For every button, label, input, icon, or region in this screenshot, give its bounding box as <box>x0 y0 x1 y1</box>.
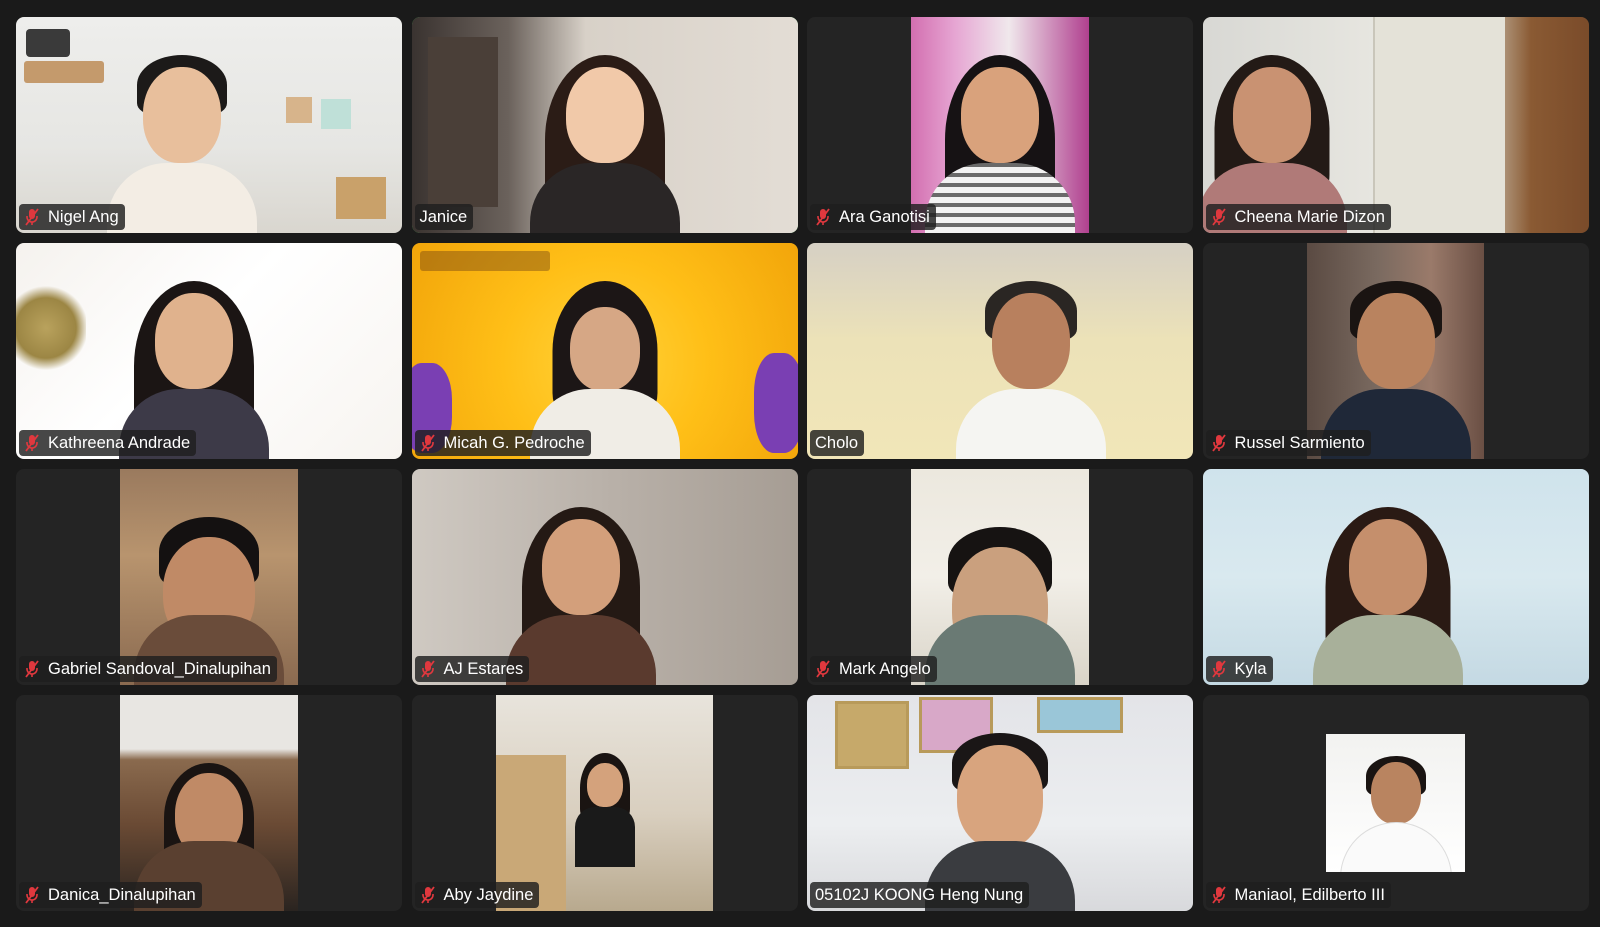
video-gallery: Nigel Ang Janice Ara Ganotisi Cheena Mar… <box>16 17 1589 913</box>
participant-name: Mark Angelo <box>839 659 931 678</box>
participant-name-label: Nigel Ang <box>19 204 125 230</box>
participant-name-label: Aby Jaydine <box>414 882 540 908</box>
participant-tile-micah-g-pedroche[interactable]: Micah G. Pedroche <box>411 243 798 459</box>
participant-video <box>1202 469 1589 685</box>
participant-name: Danica_Dinalupihan <box>48 885 196 904</box>
muted-microphone-icon <box>24 208 40 226</box>
participant-name: Kyla <box>1234 659 1267 678</box>
participant-name-label: Russel Sarmiento <box>1205 430 1371 456</box>
muted-microphone-icon <box>1211 886 1227 904</box>
muted-microphone-icon <box>420 886 436 904</box>
participant-video <box>1306 243 1485 459</box>
participant-name-label: Maniaol, Edilberto III <box>1205 882 1391 908</box>
muted-microphone-icon <box>815 660 831 678</box>
participant-name-label: Kyla <box>1205 656 1273 682</box>
participant-tile-aby-jaydine[interactable]: Aby Jaydine <box>411 695 798 911</box>
participant-video <box>807 695 1193 911</box>
participant-name: Maniaol, Edilberto III <box>1234 885 1385 904</box>
muted-microphone-icon <box>24 434 40 452</box>
participant-video <box>411 17 798 233</box>
participant-tile-nigel-ang[interactable]: Nigel Ang <box>16 17 402 233</box>
participant-name: Nigel Ang <box>48 207 119 226</box>
muted-microphone-icon <box>420 434 436 452</box>
participant-name-label: Cholo <box>810 430 865 456</box>
participant-name: Janice <box>419 207 468 226</box>
participant-name: Aby Jaydine <box>443 885 534 904</box>
participant-video <box>411 243 798 459</box>
participant-tile-kathreena-andrade[interactable]: Kathreena Andrade <box>16 243 402 459</box>
muted-microphone-icon <box>24 886 40 904</box>
participant-name-label: Mark Angelo <box>810 656 937 682</box>
participant-photo <box>1326 733 1465 873</box>
participant-tile-janice[interactable]: Janice <box>411 17 798 233</box>
participant-tile-russel-sarmiento[interactable]: Russel Sarmiento <box>1202 243 1589 459</box>
participant-tile-danica-dinalupihan[interactable]: Danica_Dinalupihan <box>16 695 402 911</box>
participant-name-label: Micah G. Pedroche <box>414 430 591 456</box>
muted-microphone-icon <box>815 208 831 226</box>
participant-video <box>911 17 1089 233</box>
muted-microphone-icon <box>1211 434 1227 452</box>
participant-name: 05102J KOONG Heng Nung <box>815 885 1024 904</box>
participant-video <box>807 243 1193 459</box>
participant-video <box>16 243 402 459</box>
participant-tile-cheena-marie-dizon[interactable]: Cheena Marie Dizon <box>1202 17 1589 233</box>
participant-name-label: Cheena Marie Dizon <box>1205 204 1391 230</box>
participant-name-label: Kathreena Andrade <box>19 430 197 456</box>
participant-name-label: Janice <box>414 204 474 230</box>
muted-microphone-icon <box>24 660 40 678</box>
muted-microphone-icon <box>1211 660 1227 678</box>
participant-tile-maniaol-edilberto[interactable]: Maniaol, Edilberto III <box>1202 695 1589 911</box>
participant-video <box>120 469 298 685</box>
participant-name-label: AJ Estares <box>414 656 530 682</box>
participant-video <box>496 695 713 911</box>
participant-video <box>411 469 798 685</box>
participant-name-label: Gabriel Sandoval_Dinalupihan <box>19 656 277 682</box>
participant-tile-mark-angelo[interactable]: Mark Angelo <box>807 469 1193 685</box>
participant-name: Micah G. Pedroche <box>443 433 585 452</box>
participant-video <box>911 469 1089 685</box>
participant-video <box>1202 17 1589 233</box>
participant-name-label: Ara Ganotisi <box>810 204 936 230</box>
participant-name: Gabriel Sandoval_Dinalupihan <box>48 659 271 678</box>
participant-name: Cholo <box>815 433 859 452</box>
participant-video <box>16 17 402 233</box>
participant-tile-cholo[interactable]: Cholo <box>807 243 1193 459</box>
muted-microphone-icon <box>1211 208 1227 226</box>
participant-video <box>120 695 298 911</box>
muted-microphone-icon <box>420 660 436 678</box>
participant-name: Russel Sarmiento <box>1234 433 1365 452</box>
participant-tile-aj-estares[interactable]: AJ Estares <box>411 469 798 685</box>
participant-name-label: 05102J KOONG Heng Nung <box>810 882 1030 908</box>
participant-name: Ara Ganotisi <box>839 207 930 226</box>
participant-tile-kyla[interactable]: Kyla <box>1202 469 1589 685</box>
participant-tile-koong-heng-nung[interactable]: 05102J KOONG Heng Nung <box>807 695 1193 911</box>
participant-tile-gabriel-sandoval[interactable]: Gabriel Sandoval_Dinalupihan <box>16 469 402 685</box>
participant-name: Kathreena Andrade <box>48 433 191 452</box>
participant-tile-ara-ganotisi[interactable]: Ara Ganotisi <box>807 17 1193 233</box>
participant-name: AJ Estares <box>443 659 524 678</box>
event-logo-strip <box>419 251 550 271</box>
participant-name-label: Danica_Dinalupihan <box>19 882 202 908</box>
participant-name: Cheena Marie Dizon <box>1234 207 1385 226</box>
